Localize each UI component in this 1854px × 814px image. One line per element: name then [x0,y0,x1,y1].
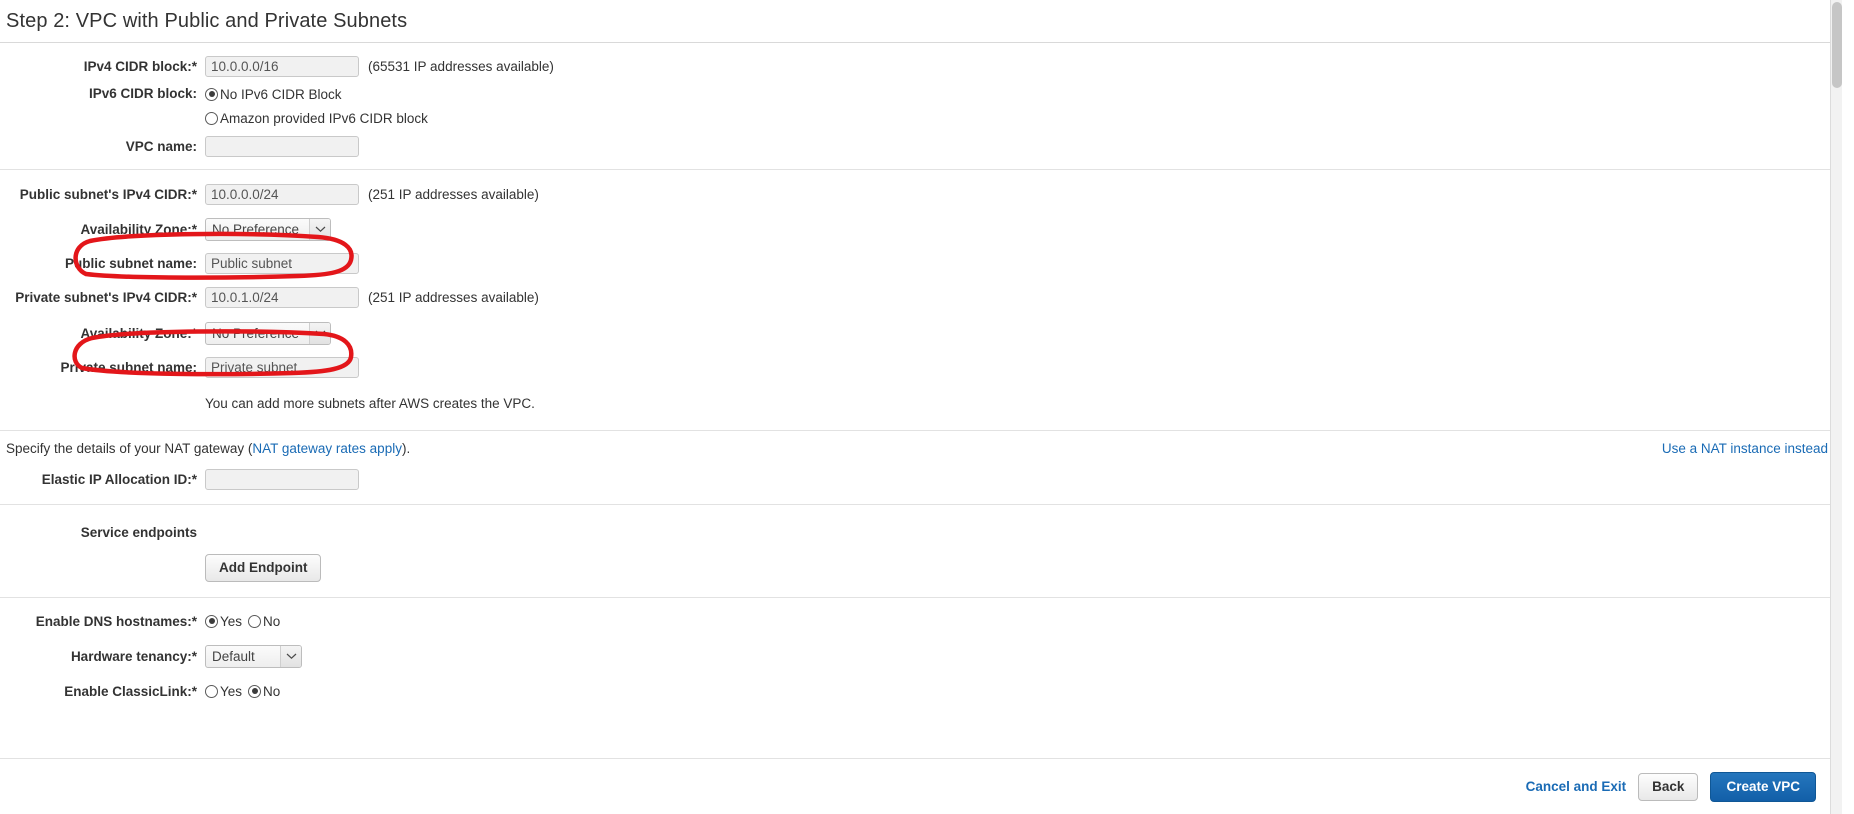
radio-classiclink-no[interactable]: No [248,684,280,699]
chevron-down-icon[interactable] [309,322,330,344]
vpc-options-section: Enable DNS hostnames:* Yes No Hardware t… [0,598,1842,714]
select-value: No Preference [212,221,300,237]
select-value: No Preference [212,325,300,341]
ipv6-cidr-label: IPv6 CIDR block: [88,86,197,101]
select-value: Default [212,648,255,664]
row-service-endpoints-label: Service endpoints [0,517,1842,547]
ipv4-cidr-input[interactable] [205,55,359,77]
radio-amazon-provided-ipv6[interactable]: Amazon provided IPv6 CIDR block [205,109,428,127]
private-subnet-name-input[interactable] [205,356,359,378]
row-subnet-note: You can add more subnets after AWS creat… [0,388,1842,418]
enable-dns-hostnames-label: Enable DNS hostnames:* [35,613,197,629]
enable-dns-hostnames-radio-group[interactable]: Yes No [205,614,280,629]
enable-classiclink-label: Enable ClassicLink:* [64,683,197,699]
chevron-down-icon[interactable] [280,645,301,667]
radio-label: No [263,683,281,699]
row-public-subnet-name: Public subnet name: [0,248,1842,278]
create-vpc-button[interactable]: Create VPC [1710,771,1816,802]
row-add-endpoint: Add Endpoint [0,553,1842,583]
row-elastic-ip-allocation: Elastic IP Allocation ID:* [0,464,1842,494]
row-private-subnet-name: Private subnet name: [0,352,1842,382]
vpc-name-label: VPC name: [125,138,197,154]
nat-gateway-section: Specify the details of your NAT gateway … [0,431,1842,505]
vpc-settings-section: IPv4 CIDR block:* (65531 IP addresses av… [0,43,1842,170]
radio-label: Yes [220,613,243,629]
private-availability-zone-select[interactable]: No Preference [205,321,331,345]
page-title: Step 2: VPC with Public and Private Subn… [6,9,408,32]
page-header: Step 2: VPC with Public and Private Subn… [0,0,1842,43]
radio-dns-no[interactable]: No [248,614,280,629]
cancel-and-exit-link[interactable]: Cancel and Exit [1526,779,1627,794]
back-button[interactable]: Back [1638,772,1699,801]
radio-indicator[interactable] [205,614,218,628]
vertical-scrollbar[interactable] [1830,0,1842,814]
hardware-tenancy-select[interactable]: Default [205,644,302,668]
radio-no-ipv6-cidr-block[interactable]: No IPv6 CIDR Block [205,85,428,103]
subnet-note-text: You can add more subnets after AWS creat… [205,395,535,411]
private-subnet-name-label: Private subnet name: [60,359,197,375]
public-availability-zone-select[interactable]: No Preference [205,217,331,241]
radio-indicator[interactable] [248,684,262,698]
ipv4-cidr-hint: (65531 IP addresses available) [368,58,554,74]
radio-label: Amazon provided IPv6 CIDR block [220,110,428,126]
public-subnet-name-label: Public subnet name: [64,255,197,271]
public-subnet-cidr-label: Public subnet's IPv4 CIDR:* [19,186,197,202]
ipv4-cidr-label: IPv4 CIDR block:* [83,58,197,74]
nat-text-before: Specify the details of your NAT gateway … [6,441,253,456]
radio-label: Yes [220,683,243,699]
vpc-wizard-page: Step 2: VPC with Public and Private Subn… [0,0,1842,814]
wizard-form: IPv4 CIDR block:* (65531 IP addresses av… [0,43,1842,714]
nat-description-line: Specify the details of your NAT gateway … [0,431,1842,462]
radio-classiclink-yes[interactable]: Yes [205,684,242,699]
nat-gateway-rates-link[interactable]: NAT gateway rates apply [252,441,402,456]
service-endpoints-label: Service endpoints [80,524,197,540]
subnet-settings-section: Public subnet's IPv4 CIDR:* (251 IP addr… [0,170,1842,431]
row-hardware-tenancy: Hardware tenancy:* Default [0,641,1842,671]
radio-indicator[interactable] [205,87,218,101]
wizard-footer: Cancel and Exit Back Create VPC [0,758,1830,814]
row-public-subnet-cidr: Public subnet's IPv4 CIDR:* (251 IP addr… [0,179,1842,209]
scrollbar-thumb[interactable] [1832,2,1842,88]
public-subnet-cidr-hint: (251 IP addresses available) [368,186,539,202]
service-endpoints-section: Service endpoints Add Endpoint [0,505,1842,598]
row-vpc-name: VPC name: [0,131,1842,161]
private-availability-zone-label: Availability Zone:* [80,325,197,341]
radio-indicator[interactable] [248,614,262,628]
private-subnet-cidr-label: Private subnet's IPv4 CIDR:* [15,289,197,305]
row-enable-dns-hostnames: Enable DNS hostnames:* Yes No [0,606,1842,636]
private-subnet-cidr-input[interactable] [205,286,359,308]
nat-text-after: ). [401,441,411,456]
public-subnet-cidr-input[interactable] [205,183,359,205]
private-subnet-cidr-hint: (251 IP addresses available) [368,289,539,305]
use-nat-instance-link[interactable]: Use a NAT instance instead [1662,441,1842,456]
row-private-subnet-cidr: Private subnet's IPv4 CIDR:* (251 IP add… [0,282,1842,312]
add-endpoint-button[interactable]: Add Endpoint [205,554,322,582]
row-enable-classiclink: Enable ClassicLink:* Yes No [0,676,1842,706]
enable-classiclink-radio-group[interactable]: Yes No [205,684,280,699]
public-subnet-name-input[interactable] [205,252,359,274]
radio-label: No IPv6 CIDR Block [220,86,342,102]
hardware-tenancy-label: Hardware tenancy:* [70,648,197,664]
radio-indicator[interactable] [205,111,218,125]
public-availability-zone-label: Availability Zone:* [80,221,197,237]
radio-label: No [263,613,281,629]
row-ipv4-cidr: IPv4 CIDR block:* (65531 IP addresses av… [0,51,1842,81]
chevron-down-icon[interactable] [309,218,330,240]
radio-dns-yes[interactable]: Yes [205,614,242,629]
vpc-name-input[interactable] [205,135,359,157]
row-public-availability-zone: Availability Zone:* No Preference [0,214,1842,244]
ipv6-radio-group[interactable]: No IPv6 CIDR Block Amazon provided IPv6 … [205,85,428,127]
radio-indicator[interactable] [205,684,218,698]
elastic-ip-allocation-label: Elastic IP Allocation ID:* [41,471,197,487]
elastic-ip-allocation-input[interactable] [205,468,359,490]
row-ipv6-cidr: IPv6 CIDR block: No IPv6 CIDR Block Amaz… [0,81,1842,128]
row-private-availability-zone: Availability Zone:* No Preference [0,318,1842,348]
